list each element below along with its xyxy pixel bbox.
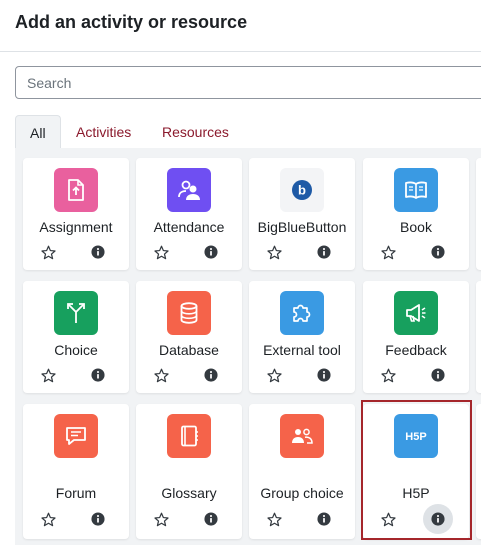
external-tool-icon (280, 291, 324, 335)
search-box[interactable] (15, 66, 481, 99)
info-icon[interactable] (430, 244, 446, 260)
activity-card-bigbluebutton[interactable]: b BigBlueButton (249, 158, 355, 270)
star-icon[interactable] (153, 367, 169, 383)
activity-label: Book (400, 219, 432, 235)
tab-resources[interactable]: Resources (162, 115, 229, 149)
info-icon[interactable] (90, 244, 106, 260)
info-icon[interactable] (203, 367, 219, 383)
activity-card-h5p[interactable]: H5P H5P (363, 404, 469, 539)
modal-header: Add an activity or resource (0, 0, 481, 52)
modal-title: Add an activity or resource (15, 12, 248, 32)
info-icon[interactable] (90, 511, 106, 527)
activity-card-external-tool[interactable]: External tool (249, 281, 355, 393)
activity-card-attendance[interactable]: Attendance (136, 158, 242, 270)
database-icon (167, 291, 211, 335)
group-choice-icon (280, 414, 324, 458)
search-input[interactable] (16, 67, 481, 98)
feedback-icon (394, 291, 438, 335)
activity-chooser-modal: Add an activity or resource All Activiti… (0, 0, 481, 545)
activity-label: Group choice (260, 485, 344, 501)
star-icon[interactable] (40, 511, 56, 527)
star-icon[interactable] (40, 244, 56, 260)
book-icon (394, 168, 438, 212)
star-icon[interactable] (266, 367, 282, 383)
activity-card-database[interactable]: Database (136, 281, 242, 393)
info-icon[interactable] (316, 244, 332, 260)
info-icon[interactable] (90, 367, 106, 383)
choice-icon (54, 291, 98, 335)
h5p-icon: H5P (394, 414, 438, 458)
forum-icon (54, 414, 98, 458)
attendance-icon (167, 168, 211, 212)
activity-label: Forum (55, 485, 97, 501)
activity-label: Choice (54, 342, 98, 358)
activity-label: BigBlueButton (257, 219, 347, 235)
info-icon[interactable] (423, 504, 453, 534)
tab-activities[interactable]: Activities (76, 115, 131, 149)
activity-label: External tool (263, 342, 341, 358)
activity-label: H5P (402, 485, 430, 501)
tab-all[interactable]: All (15, 115, 61, 150)
info-icon[interactable] (316, 367, 332, 383)
activity-card-group-choice[interactable]: Group choice (249, 404, 355, 539)
activity-card-glossary[interactable]: Glossary (136, 404, 242, 539)
star-icon[interactable] (266, 511, 282, 527)
activity-card-partial[interactable] (476, 158, 481, 270)
bigbluebutton-icon: b (280, 168, 324, 212)
activity-card-partial[interactable] (476, 281, 481, 393)
activity-card-choice[interactable]: Choice (23, 281, 129, 393)
activity-label: Attendance (153, 219, 225, 235)
star-icon[interactable] (153, 511, 169, 527)
svg-text:b: b (298, 183, 306, 198)
activity-card-assignment[interactable]: Assignment (23, 158, 129, 270)
activity-card-feedback[interactable]: Feedback (363, 281, 469, 393)
activity-grid: Assignment Attendance b BigBlueButton Bo… (15, 148, 481, 545)
activity-label: Database (159, 342, 219, 358)
star-icon[interactable] (266, 244, 282, 260)
svg-text:H5P: H5P (405, 431, 426, 443)
star-icon[interactable] (380, 367, 396, 383)
activity-card-partial[interactable] (476, 404, 481, 539)
assignment-icon (54, 168, 98, 212)
star-icon[interactable] (153, 244, 169, 260)
activity-label: Feedback (385, 342, 447, 358)
tab-bar: All Activities Resources (15, 115, 481, 150)
info-icon[interactable] (316, 511, 332, 527)
activity-label: Glossary (161, 485, 217, 501)
star-icon[interactable] (380, 244, 396, 260)
info-icon[interactable] (203, 244, 219, 260)
activity-card-forum[interactable]: Forum (23, 404, 129, 539)
glossary-icon (167, 414, 211, 458)
info-icon[interactable] (203, 511, 219, 527)
activity-card-book[interactable]: Book (363, 158, 469, 270)
star-icon[interactable] (40, 367, 56, 383)
star-icon[interactable] (380, 511, 396, 527)
info-icon[interactable] (430, 367, 446, 383)
activity-label: Assignment (39, 219, 113, 235)
